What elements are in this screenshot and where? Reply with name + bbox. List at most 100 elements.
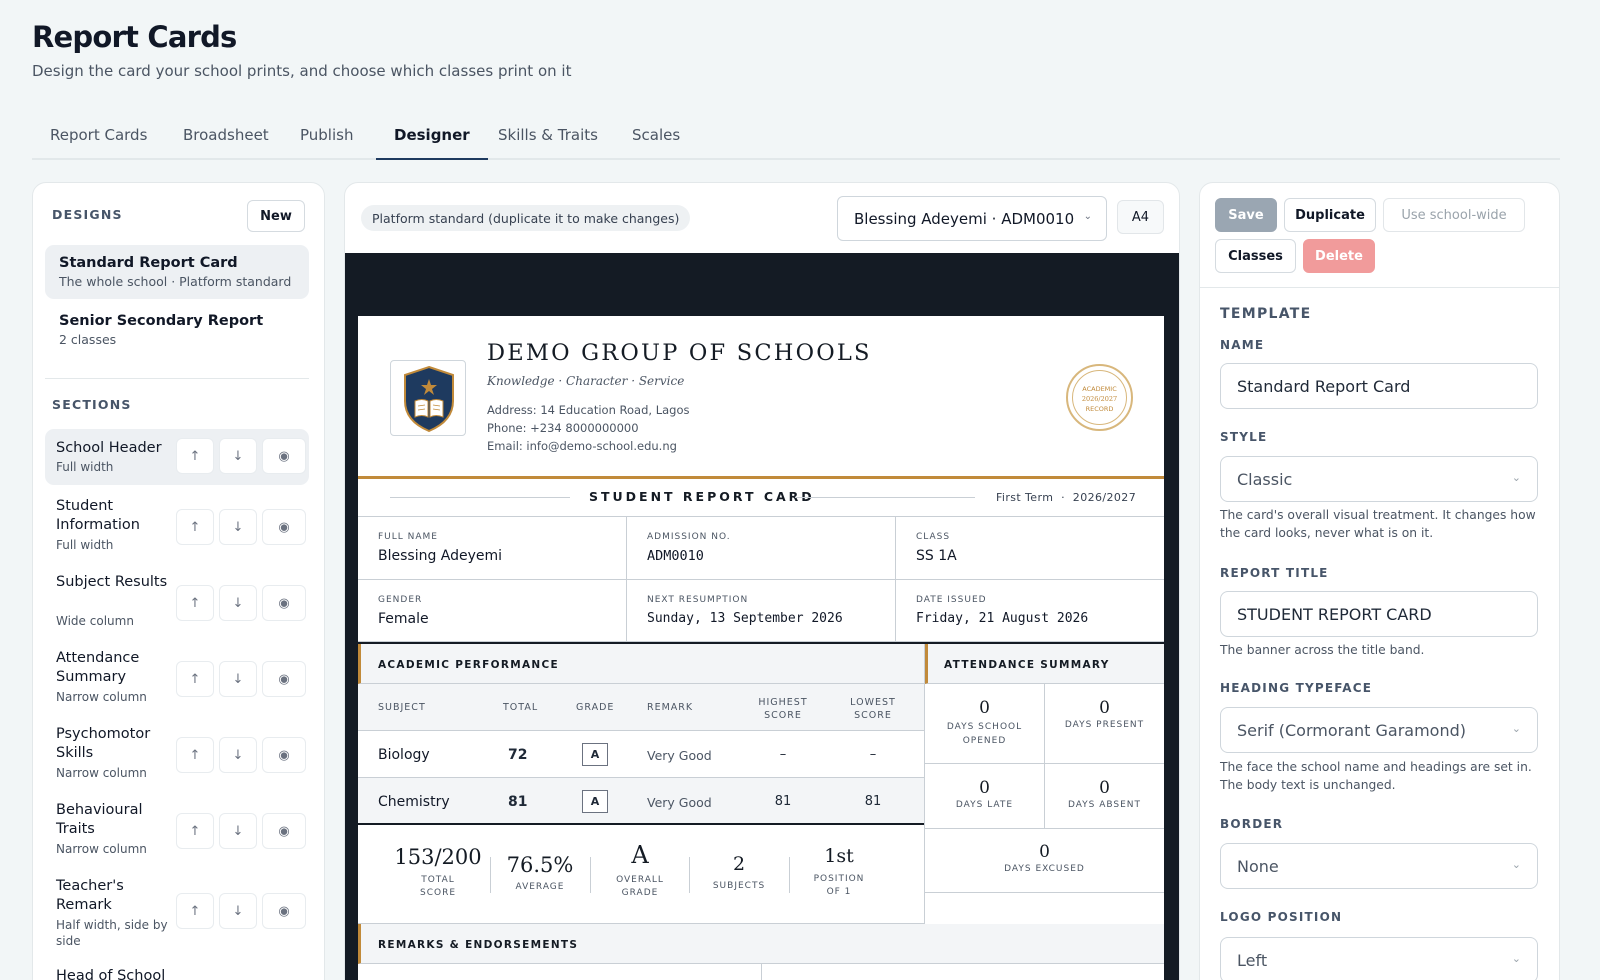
- arrow-down-icon[interactable]: ↓: [219, 661, 257, 697]
- heading-typeface-help: The face the school name and headings ar…: [1220, 760, 1532, 792]
- shield-book-icon: [404, 365, 454, 433]
- style-label: STYLE: [1220, 430, 1268, 444]
- paper-size-button[interactable]: A4: [1117, 200, 1164, 234]
- tab-publish[interactable]: Publish: [282, 126, 371, 160]
- academic-performance-header: ACADEMIC PERFORMANCE: [358, 644, 924, 684]
- duplicate-button[interactable]: Duplicate: [1284, 198, 1376, 232]
- tab-broadsheet[interactable]: Broadsheet: [165, 126, 287, 160]
- info-class: CLASS SS 1A: [896, 517, 1164, 580]
- new-design-button[interactable]: New: [247, 200, 305, 232]
- attendance-days-excused: 0 DAYS EXCUSED: [925, 829, 1164, 893]
- arrow-up-icon[interactable]: ↑: [176, 737, 214, 773]
- tab-report-cards[interactable]: Report Cards: [32, 126, 165, 160]
- arrow-up-icon[interactable]: ↑: [176, 813, 214, 849]
- eye-icon[interactable]: ◉: [262, 893, 306, 929]
- section-item-school-header[interactable]: School Header Full width ↑ ↓ ◉: [45, 429, 309, 485]
- page-title: Report Cards: [32, 20, 237, 54]
- chevron-down-icon: ⌄: [1511, 858, 1521, 871]
- eye-icon[interactable]: ◉: [262, 438, 306, 474]
- section-item-psychomotor-skills[interactable]: Psychomotor Skills Narrow column ↑ ↓ ◉: [45, 721, 309, 789]
- section-item-behavioural-traits[interactable]: Behavioural Traits Narrow column ↑ ↓ ◉: [45, 797, 309, 865]
- attendance-days-present: 0 DAYS PRESENT: [1045, 684, 1164, 764]
- logo-position-label: LOGO POSITION: [1220, 910, 1343, 924]
- info-full-name: FULL NAME Blessing Adeyemi: [358, 517, 627, 580]
- accent-rule: [358, 476, 1164, 479]
- arrow-down-icon[interactable]: ↓: [219, 737, 257, 773]
- info-date-issued: DATE ISSUED Friday, 21 August 2026: [896, 580, 1164, 642]
- border-select[interactable]: None ⌄: [1220, 843, 1538, 889]
- attendance-days-absent: 0 DAYS ABSENT: [1045, 764, 1164, 829]
- classes-button[interactable]: Classes: [1215, 239, 1296, 273]
- report-title-input[interactable]: STUDENT REPORT CARD: [1220, 591, 1538, 637]
- chevron-down-icon: ⌄: [1083, 211, 1092, 222]
- info-gender: GENDER Female: [358, 580, 627, 642]
- attendance-days-opened: 0 DAYS SCHOOL OPENED: [925, 684, 1045, 764]
- eye-icon[interactable]: ◉: [262, 509, 306, 545]
- attendance-days-late: 0 DAYS LATE: [925, 764, 1045, 829]
- design-item-senior-secondary[interactable]: Senior Secondary Report 2 classes: [45, 303, 309, 357]
- attendance-summary-header: ATTENDANCE SUMMARY: [925, 644, 1164, 684]
- arrow-down-icon[interactable]: ↓: [219, 813, 257, 849]
- section-item-attendance-summary[interactable]: Attendance Summary Narrow column ↑ ↓ ◉: [45, 645, 309, 713]
- template-heading: TEMPLATE: [1220, 306, 1312, 322]
- arrow-down-icon[interactable]: ↓: [219, 893, 257, 929]
- arrow-up-icon[interactable]: ↑: [176, 438, 214, 474]
- table-row: Chemistry 81 A Very Good 81 81: [358, 778, 924, 825]
- section-item-subject-results[interactable]: Subject Results Wide column ↑ ↓ ◉: [45, 569, 309, 637]
- sections-heading: SECTIONS: [52, 397, 132, 412]
- eye-icon[interactable]: ◉: [262, 737, 306, 773]
- eye-icon[interactable]: ◉: [262, 585, 306, 621]
- arrow-up-icon[interactable]: ↑: [176, 893, 214, 929]
- report-title-label: REPORT TITLE: [1220, 566, 1329, 580]
- report-card-preview: DEMO GROUP OF SCHOOLS Knowledge · Charac…: [358, 316, 1164, 980]
- report-title-help: The banner across the title band.: [1220, 643, 1425, 657]
- results-table-header: SUBJECT TOTAL GRADE REMARK HIGHEST SCORE …: [358, 684, 924, 731]
- summary-position: 1st POSITION OF 1: [813, 845, 865, 897]
- arrow-up-icon[interactable]: ↑: [176, 585, 214, 621]
- delete-button[interactable]: Delete: [1303, 239, 1375, 273]
- summary-average: 76.5% AVERAGE: [506, 853, 574, 892]
- school-contact: Address: 14 Education Road, Lagos Phone:…: [487, 403, 690, 453]
- arrow-up-icon[interactable]: ↑: [176, 661, 214, 697]
- tab-scales[interactable]: Scales: [614, 126, 698, 160]
- tab-skills-traits[interactable]: Skills & Traits: [480, 126, 616, 160]
- arrow-down-icon[interactable]: ↓: [219, 438, 257, 474]
- section-item-head-of-school[interactable]: Head of School: [45, 963, 309, 980]
- eye-icon[interactable]: ◉: [262, 661, 306, 697]
- academic-seal: ACADEMIC 2026/2027 RECORD: [1066, 364, 1133, 431]
- arrow-up-icon[interactable]: ↑: [176, 509, 214, 545]
- student-select[interactable]: Blessing Adeyemi · ADM0010 ⌄: [837, 196, 1107, 241]
- school-motto: Knowledge · Character · Service: [487, 374, 685, 388]
- settings-panel: Save Duplicate Use school-wide Classes D…: [1199, 182, 1560, 980]
- info-admission-no: ADMISSION NO. ADM0010: [627, 517, 896, 580]
- page-subtitle: Design the card your school prints, and …: [32, 62, 572, 80]
- info-next-resumption: NEXT RESUMPTION Sunday, 13 September 202…: [627, 580, 896, 642]
- table-row: Biology 72 A Very Good – –: [358, 731, 924, 778]
- section-item-student-information[interactable]: Student Information Full width ↑ ↓ ◉: [45, 493, 309, 561]
- designs-heading: DESIGNS: [52, 207, 123, 222]
- style-select[interactable]: Classic ⌄: [1220, 456, 1538, 502]
- summary-subjects: 2 SUBJECTS: [712, 853, 766, 891]
- arrow-down-icon[interactable]: ↓: [219, 585, 257, 621]
- eye-icon[interactable]: ◉: [262, 813, 306, 849]
- chevron-down-icon: ⌄: [1511, 952, 1521, 965]
- tab-bar: Report Cards Broadsheet Publish Designer…: [32, 118, 1560, 160]
- heading-typeface-select[interactable]: Serif (Cormorant Garamond) ⌄: [1220, 707, 1538, 753]
- logo-position-select[interactable]: Left ⌄: [1220, 937, 1538, 980]
- name-input[interactable]: Standard Report Card: [1220, 363, 1538, 409]
- term-label: First Term · 2026/2027: [996, 491, 1137, 504]
- summary-overall-grade: A OVERALL GRADE: [616, 841, 664, 898]
- grade-box: A: [582, 790, 608, 813]
- tab-designer[interactable]: Designer: [376, 126, 488, 160]
- style-help: The card's overall visual treatment. It …: [1220, 508, 1536, 540]
- report-title: STUDENT REPORT CARD: [589, 489, 815, 504]
- arrow-down-icon[interactable]: ↓: [219, 509, 257, 545]
- use-school-wide-button[interactable]: Use school-wide: [1383, 198, 1525, 232]
- divider: [45, 378, 309, 379]
- platform-standard-badge: Platform standard (duplicate it to make …: [361, 205, 691, 231]
- section-item-teachers-remark[interactable]: Teacher's Remark Half width, side by sid…: [45, 873, 309, 955]
- save-button[interactable]: Save: [1215, 198, 1277, 232]
- designs-panel: DESIGNS New Standard Report Card The who…: [32, 182, 325, 980]
- heading-typeface-label: HEADING TYPEFACE: [1220, 681, 1373, 695]
- design-item-standard[interactable]: Standard Report Card The whole school · …: [45, 245, 309, 299]
